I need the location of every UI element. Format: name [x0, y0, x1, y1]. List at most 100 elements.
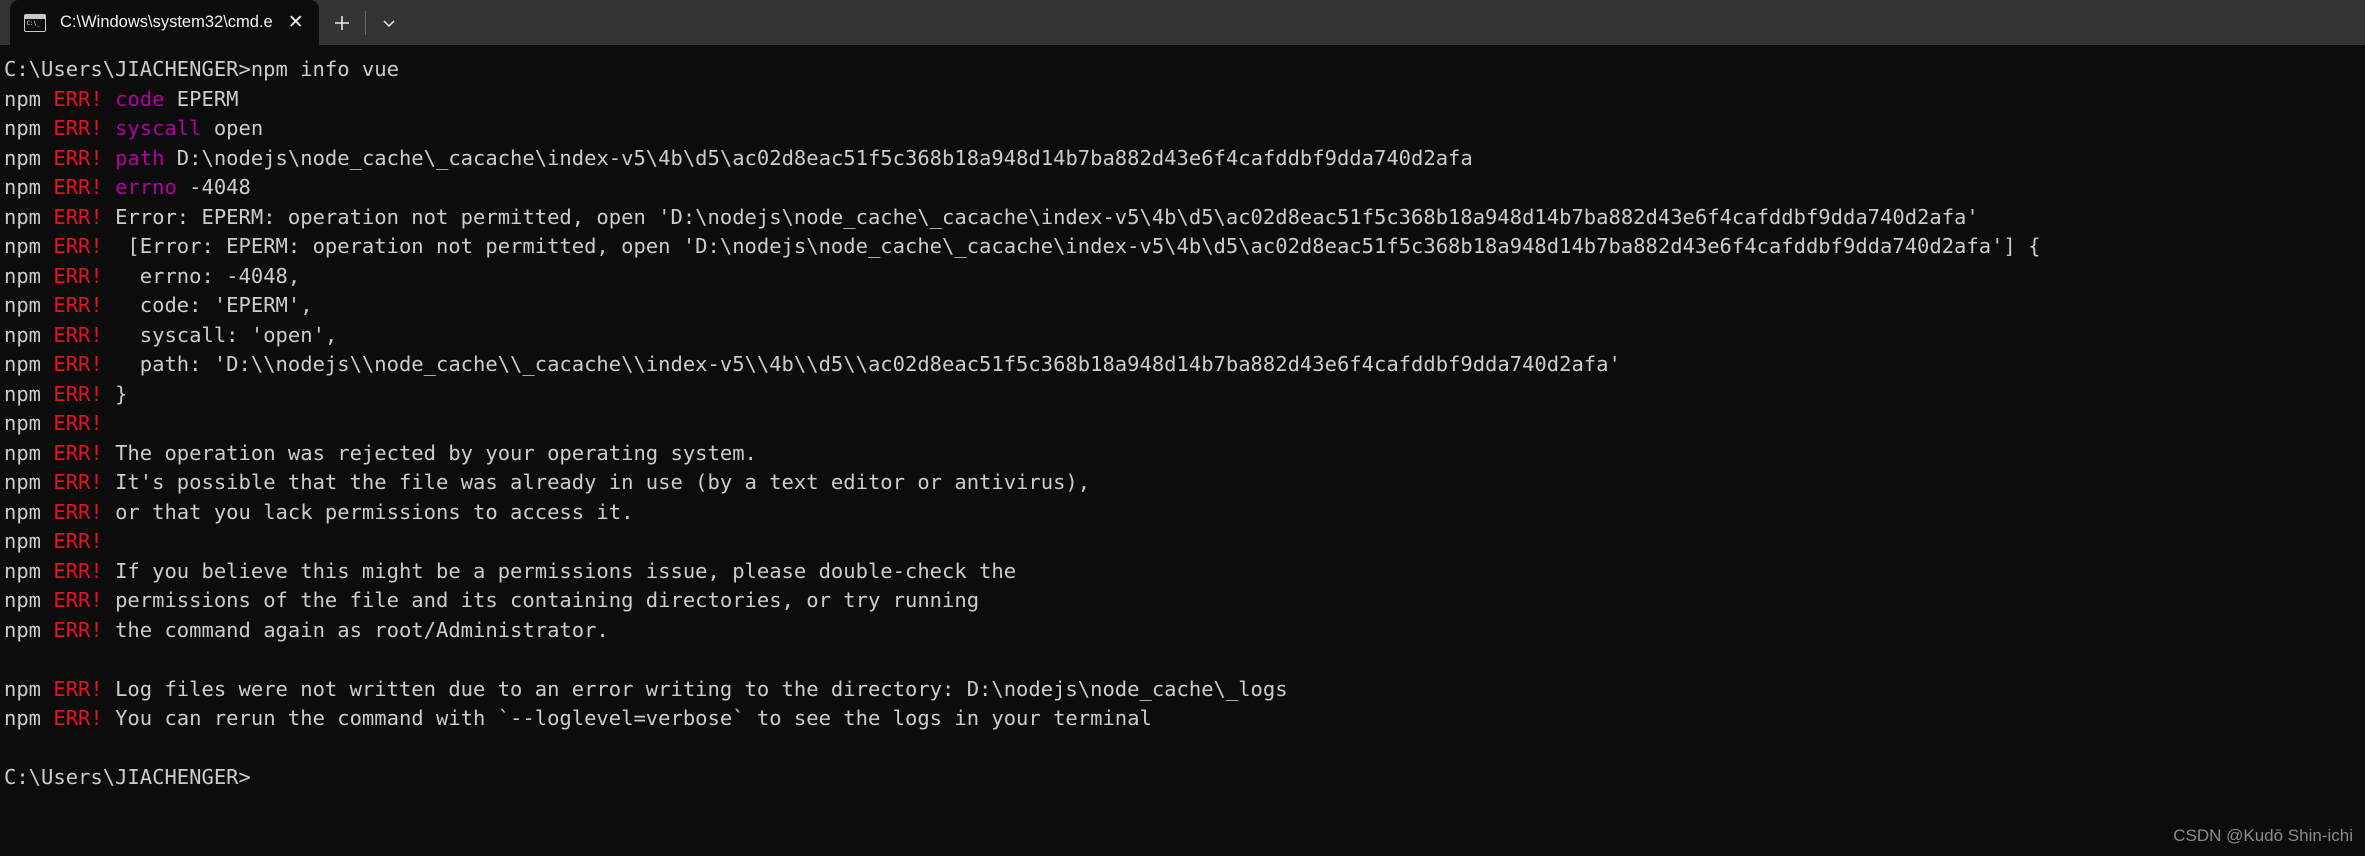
err-message: permissions of the file and its containi… [102, 588, 980, 612]
err-message: D:\nodejs\node_cache\_cacache\index-v5\4… [164, 145, 1473, 170]
npm-prefix: npm [4, 322, 54, 347]
npm-prefix: npm [4, 234, 54, 258]
err-message: -4048 [176, 175, 251, 199]
npm-prefix: npm [4, 440, 54, 465]
err-message: or that you lack permissions to access i… [102, 499, 634, 524]
window-titlebar: C:\Windows\system32\cmd.e ✕ [0, 0, 2365, 45]
npm-prefix: npm [4, 175, 54, 199]
npm-prefix: npm [4, 352, 54, 376]
npm-prefix: npm [4, 499, 54, 524]
close-icon[interactable]: ✕ [273, 0, 319, 45]
err-tag: ERR! [53, 470, 103, 494]
err-message: code: 'EPERM', [102, 293, 313, 317]
err-message: Log files were not written due to an err… [102, 676, 1288, 701]
terminal-tab[interactable]: C:\Windows\system32\cmd.e ✕ [10, 0, 319, 45]
npm-prefix: npm [4, 86, 54, 111]
terminal-line: npm ERR! Log files were not written due … [4, 675, 2365, 705]
err-message: It's possible that the file was already … [102, 470, 1091, 494]
err-message: EPERM [164, 86, 239, 111]
terminal-line: npm ERR! syscall open [4, 114, 2365, 144]
terminal-line: npm ERR! The operation was rejected by y… [4, 439, 2365, 469]
npm-prefix: npm [4, 558, 54, 583]
npm-prefix: npm [4, 145, 54, 170]
err-message: syscall: 'open', [102, 322, 338, 347]
terminal-line: npm ERR! Error: EPERM: operation not per… [4, 203, 2365, 233]
err-key: path [102, 145, 165, 170]
err-tag: ERR! [53, 558, 103, 583]
err-tag: ERR! [53, 234, 103, 258]
npm-prefix: npm [4, 588, 54, 612]
npm-prefix: npm [4, 381, 54, 406]
err-message: You can rerun the command with `--loglev… [102, 706, 1152, 730]
watermark: CSDN @Kudō Shin-ichi [2173, 826, 2353, 845]
err-message: the command again as root/Administrator. [102, 617, 609, 642]
terminal-line: npm ERR! code EPERM [4, 85, 2365, 115]
npm-prefix: npm [4, 470, 54, 494]
tab-title: C:\Windows\system32\cmd.e [60, 13, 273, 31]
terminal-line: npm ERR! syscall: 'open', [4, 321, 2365, 351]
terminal-line: C:\Users\JIACHENGER> [4, 763, 2365, 793]
terminal-line: npm ERR! path D:\nodejs\node_cache\_caca… [4, 144, 2365, 174]
terminal-output-area[interactable]: C:\Users\JIACHENGER>npm info vue npm ERR!… [0, 45, 2365, 856]
terminal-line: npm ERR! errno: -4048, [4, 262, 2365, 292]
terminal-lines: C:\Users\JIACHENGER>npm info vue npm ERR!… [4, 55, 2365, 793]
err-tag: ERR! [53, 145, 103, 170]
tab-strip: C:\Windows\system32\cmd.e ✕ [0, 0, 319, 45]
err-tag: ERR! [53, 588, 103, 612]
npm-prefix: npm [4, 706, 54, 730]
terminal-line: npm ERR! path: 'D:\\nodejs\\node_cache\\… [4, 350, 2365, 380]
err-message: If you believe this might be a permissio… [102, 558, 1017, 583]
cmd-console-icon [24, 13, 46, 32]
terminal-line: npm ERR! permissions of the file and its… [4, 586, 2365, 616]
npm-prefix: npm [4, 676, 54, 701]
terminal-line: npm ERR! the command again as root/Admin… [4, 616, 2365, 646]
err-message: path: 'D:\\nodejs\\node_cache\\_cacache\… [102, 352, 1621, 376]
terminal-line: npm ERR! code: 'EPERM', [4, 291, 2365, 321]
err-tag: ERR! [53, 204, 103, 229]
err-key: errno [102, 175, 177, 199]
terminal-line: npm ERR! [4, 527, 2365, 557]
err-tag: ERR! [53, 381, 103, 406]
err-tag: ERR! [53, 175, 103, 199]
terminal-line: npm ERR! [Error: EPERM: operation not pe… [4, 232, 2365, 262]
npm-prefix: npm [4, 293, 54, 317]
err-message: open [201, 116, 264, 140]
err-tag: ERR! [53, 352, 103, 376]
npm-prefix: npm [4, 263, 54, 288]
terminal-line: npm ERR! You can rerun the command with … [4, 704, 2365, 734]
prompt-line-text: C:\Users\JIACHENGER>npm info vue [4, 57, 399, 81]
err-tag: ERR! [53, 86, 103, 111]
npm-prefix: npm [4, 116, 54, 140]
err-tag: ERR! [53, 263, 103, 288]
err-tag: ERR! [53, 116, 103, 140]
err-tag: ERR! [53, 322, 103, 347]
err-tag: ERR! [53, 440, 103, 465]
terminal-line: npm ERR! or that you lack permissions to… [4, 498, 2365, 528]
err-message: [Error: EPERM: operation not permitted, … [102, 234, 2041, 258]
terminal-line: npm ERR! If you believe this might be a … [4, 557, 2365, 587]
err-message: errno: -4048, [102, 263, 301, 288]
npm-prefix: npm [4, 411, 54, 435]
npm-prefix: npm [4, 617, 54, 642]
terminal-line: npm ERR! } [4, 380, 2365, 410]
terminal-line: npm ERR! errno -4048 [4, 173, 2365, 203]
npm-prefix: npm [4, 529, 54, 553]
err-tag: ERR! [53, 706, 103, 730]
new-tab-button[interactable] [319, 0, 365, 45]
tabbar-actions [319, 0, 412, 45]
err-tag: ERR! [53, 676, 103, 701]
err-message: The operation was rejected by your opera… [102, 440, 757, 465]
err-tag: ERR! [53, 293, 103, 317]
err-message: } [102, 381, 128, 406]
terminal-line: npm ERR! It's possible that the file was… [4, 468, 2365, 498]
npm-prefix: npm [4, 204, 54, 229]
terminal-line: C:\Users\JIACHENGER>npm info vue [4, 55, 2365, 85]
err-message: Error: EPERM: operation not permitted, o… [102, 204, 1979, 229]
err-key: code [102, 86, 165, 111]
terminal-line: npm ERR! [4, 409, 2365, 439]
chevron-down-icon[interactable] [366, 0, 412, 45]
err-tag: ERR! [53, 617, 103, 642]
err-tag: ERR! [53, 499, 103, 524]
